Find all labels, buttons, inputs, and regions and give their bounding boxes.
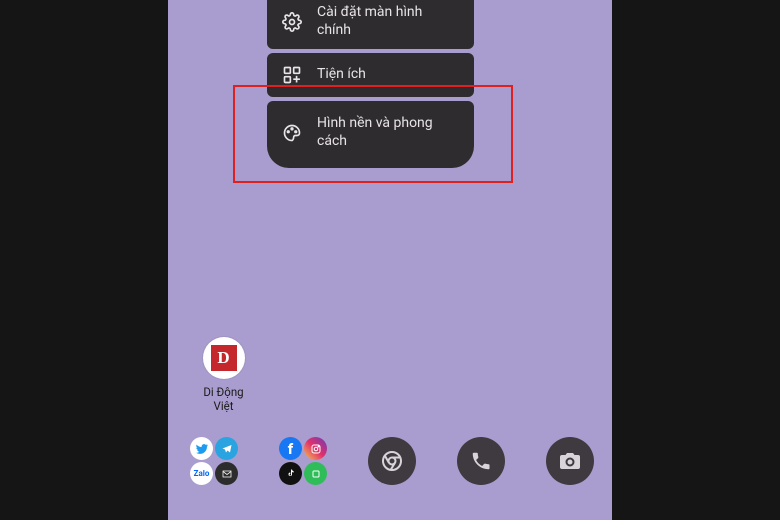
menu-item-label: Tiện ích: [317, 66, 458, 84]
phone-icon: [470, 450, 492, 472]
gmail-icon: [215, 462, 238, 485]
widgets-icon: [281, 64, 303, 86]
menu-item-wallpaper-style[interactable]: Hình nền và phong cách: [267, 101, 474, 168]
line-icon: [304, 462, 327, 485]
home-context-menu: Cài đặt màn hình chính Tiện ích: [267, 0, 474, 168]
app-icon-glyph: D: [211, 345, 237, 371]
app-icon-didongviet: D: [203, 337, 245, 379]
zalo-icon: Zalo: [190, 462, 213, 485]
instagram-icon: [304, 437, 327, 460]
palette-icon: [281, 122, 303, 144]
camera-icon: [558, 449, 582, 473]
menu-item-widgets[interactable]: Tiện ích: [267, 53, 474, 97]
telegram-icon: [215, 437, 238, 460]
gear-icon: [281, 11, 303, 33]
chrome-icon: [380, 449, 404, 473]
menu-item-home-settings[interactable]: Cài đặt màn hình chính: [267, 0, 474, 49]
app-shortcut-didongviet[interactable]: D Di Động Việt: [201, 337, 246, 413]
dock-app-phone[interactable]: [457, 437, 505, 485]
home-screen: Cài đặt màn hình chính Tiện ích: [168, 0, 612, 520]
menu-item-label: Hình nền và phong cách: [317, 115, 458, 150]
twitter-icon: [190, 437, 213, 460]
dock-app-camera[interactable]: [546, 437, 594, 485]
dock-folder-1[interactable]: Zalo: [190, 437, 238, 485]
tiktok-icon: [279, 462, 302, 485]
dock-folder-2[interactable]: f: [279, 437, 327, 485]
dock: Zalo f: [168, 437, 612, 485]
folder-icon: f: [279, 437, 327, 485]
facebook-icon: f: [279, 437, 302, 460]
folder-icon: Zalo: [190, 437, 238, 485]
dock-app-chrome[interactable]: [368, 437, 416, 485]
app-label: Di Động Việt: [201, 385, 246, 413]
menu-item-label: Cài đặt màn hình chính: [317, 4, 458, 39]
